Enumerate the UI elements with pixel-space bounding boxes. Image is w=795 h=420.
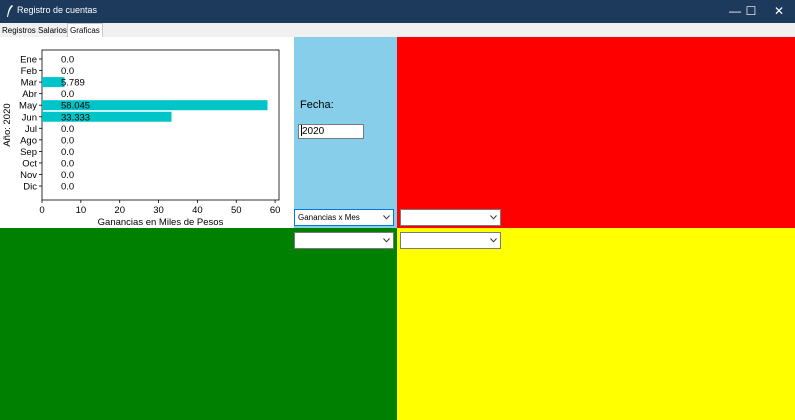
fecha-input[interactable]: 2020	[298, 124, 364, 139]
x-tick-label: 60	[270, 205, 281, 216]
y-tick-label: Nov	[20, 170, 37, 181]
tab-registros[interactable]: Registros	[0, 25, 38, 37]
title-bar: Registro de cuentas — ☐ ✕	[0, 0, 795, 23]
data-label: 0.0	[61, 55, 74, 66]
y-tick-label: Abr	[22, 89, 37, 100]
y-tick-label: Oct	[22, 158, 37, 169]
y-tick-label: Mar	[21, 78, 37, 89]
fecha-value: 2020	[302, 126, 325, 137]
tab-bar: Registros Salarios Graficas	[0, 23, 795, 37]
chart-type-select[interactable]: Ganancias x Mes	[294, 209, 394, 226]
window-title: Registro de cuentas	[17, 5, 98, 15]
data-label: 0.0	[61, 66, 74, 77]
tab-graficas[interactable]: Graficas	[67, 23, 103, 37]
earnings-bar-chart: Ene 0.0 Feb 0.0 Mar 5.789 Abr 0.0 May 58.045 Jun 33…	[2, 49, 281, 228]
y-tick-label: Dic	[23, 182, 37, 193]
x-tick-label: 20	[114, 205, 125, 216]
data-label: 0.0	[61, 135, 74, 146]
y-axis-label: Año: 2020	[2, 103, 13, 146]
tab-salarios[interactable]: Salarios	[36, 25, 69, 37]
y-tick-label: Feb	[21, 66, 37, 77]
green-frame	[0, 228, 397, 420]
right-bottom-select[interactable]	[400, 232, 501, 249]
close-button[interactable]: ✕	[763, 0, 795, 23]
plot-frame	[41, 49, 280, 201]
feather-icon	[7, 5, 13, 17]
chart-type-value: Ganancias x Mes	[298, 213, 360, 222]
y-tick-label: May	[19, 101, 37, 112]
chevron-down-icon[interactable]	[487, 233, 500, 248]
data-label: 5.789	[61, 78, 85, 89]
chevron-down-icon[interactable]	[380, 233, 393, 248]
x-axis-label: Ganancias en Miles de Pesos	[98, 217, 224, 228]
y-tick-label: Ene	[20, 55, 37, 66]
x-tick-label: 0	[39, 205, 44, 216]
y-tick-label: Sep	[20, 147, 37, 158]
fecha-label: Fecha:	[300, 99, 334, 111]
x-tick-label: 50	[231, 205, 242, 216]
yellow-frame	[397, 228, 795, 420]
data-label: 0.0	[61, 124, 74, 135]
x-tick-label: 30	[153, 205, 164, 216]
y-tick-label: Jun	[22, 112, 37, 123]
chevron-down-icon[interactable]	[487, 210, 500, 225]
x-tick-label: 10	[76, 205, 87, 216]
data-label: 0.0	[61, 158, 74, 169]
y-tick-label: Ago	[20, 135, 37, 146]
red-frame	[397, 37, 795, 228]
data-label: 0.0	[61, 147, 74, 158]
data-label: 58.045	[61, 101, 90, 112]
x-tick-label: 40	[192, 205, 203, 216]
chevron-down-icon[interactable]	[380, 210, 393, 225]
data-label: 0.0	[61, 170, 74, 181]
data-label: 0.0	[61, 182, 74, 193]
left-bottom-select[interactable]	[294, 232, 394, 249]
data-label: 33.333	[61, 112, 90, 123]
right-top-select[interactable]	[400, 209, 501, 226]
y-tick-label: Jul	[25, 124, 37, 135]
data-label: 0.0	[61, 89, 74, 100]
